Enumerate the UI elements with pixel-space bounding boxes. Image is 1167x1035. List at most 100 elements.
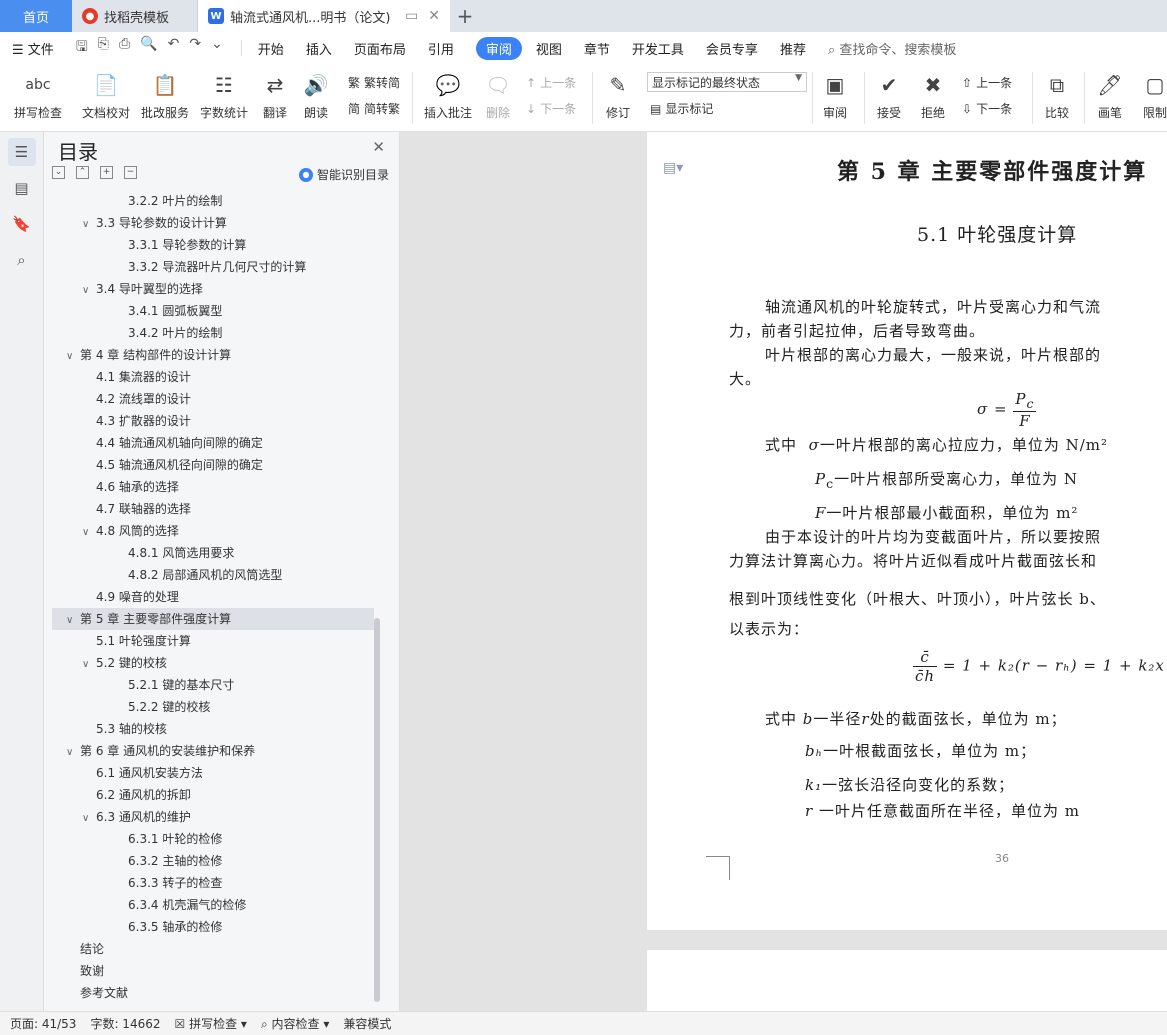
menu-layout[interactable]: 页面布局 — [354, 39, 406, 58]
toc-item[interactable]: 6.3.1 叶轮的检修 — [52, 828, 374, 850]
compare-button[interactable]: ⧉ 比较 — [1040, 70, 1074, 121]
close-icon[interactable]: ✕ — [372, 138, 385, 156]
trad-to-simp-button[interactable]: 繁繁转简 — [348, 74, 400, 91]
remove-icon[interactable]: − — [124, 166, 137, 179]
page-menu-icon[interactable]: ▤▾ — [663, 160, 683, 176]
toc-item[interactable]: 3.2.2 叶片的绘制 — [52, 190, 374, 212]
proofread-button[interactable]: 📄 文档校对 — [80, 70, 132, 121]
toc-item[interactable]: ∨ 4.8 风筒的选择 — [52, 520, 374, 542]
menu-chapter[interactable]: 章节 — [584, 39, 610, 58]
print-icon[interactable]: ⎙ — [119, 36, 130, 60]
undo-icon[interactable]: ↶ — [168, 36, 180, 60]
toc-item[interactable]: ∨ 第 6 章 通风机的安装维护和保养 — [52, 740, 374, 762]
simp-to-trad-button[interactable]: 简简转繁 — [348, 100, 400, 117]
word-count-button[interactable]: ☷ 字数统计 — [199, 70, 249, 121]
prev-comment-button[interactable]: ↑ 上一条 — [526, 74, 576, 91]
toc-item[interactable]: ∨ 5.2 键的校核 — [52, 652, 374, 674]
toc-item[interactable]: 4.9 噪音的处理 — [52, 586, 374, 608]
toc-icon[interactable]: ☰ — [7, 138, 36, 166]
read-aloud-button[interactable]: 🔊 朗读 — [300, 70, 332, 121]
toc-item[interactable]: 5.3 轴的校核 — [52, 718, 374, 740]
toc-item[interactable]: 4.2 流线罩的设计 — [52, 388, 374, 410]
toc-item[interactable]: ∨ 3.3 导轮参数的设计计算 — [52, 212, 374, 234]
chevron-down-icon[interactable]: ∨ — [66, 610, 80, 632]
menu-reference[interactable]: 引用 — [428, 39, 454, 58]
toc-item[interactable]: 参考文献 — [52, 982, 374, 1004]
restrict-button[interactable]: ▢ 限制 — [1140, 70, 1167, 121]
toc-item[interactable]: 4.5 轴流通风机径向间隙的确定 — [52, 454, 374, 476]
insert-comment-button[interactable]: 💬 插入批注 — [422, 70, 474, 121]
translate-button[interactable]: ⇄ 翻译 — [257, 70, 293, 121]
more-icon[interactable]: ⌄ — [211, 36, 223, 60]
spell-check-button[interactable]: abc 拼写检查 — [10, 70, 66, 121]
content-check-status[interactable]: ⌕ 内容检查 ▾ — [261, 1015, 329, 1032]
toc-item[interactable]: 5.2.1 键的基本尺寸 — [52, 674, 374, 696]
command-search[interactable]: ⌕ 查找命令、搜索模板 — [828, 39, 956, 58]
menu-start[interactable]: 开始 — [258, 39, 284, 58]
prev-change-button[interactable]: ⇧ 上一条 — [962, 74, 1012, 91]
tab-template[interactable]: ● 找稻壳模板 — [72, 0, 198, 32]
redo-icon[interactable]: ↷ — [189, 36, 201, 60]
toc-item[interactable]: 6.3.3 转子的检查 — [52, 872, 374, 894]
tab-document[interactable]: W 轴流式通风机...明书（论文) ▭ ✕ — [198, 0, 450, 32]
search-icon[interactable]: ⌕ — [8, 246, 36, 274]
collapse-all-icon[interactable]: ⌃ — [76, 166, 89, 179]
toc-item[interactable]: ∨ 第 4 章 结构部件的设计计算 — [52, 344, 374, 366]
markup-state-select[interactable]: 显示标记的最终状态 ▼ — [647, 72, 807, 92]
export-icon[interactable]: ⎘ — [98, 36, 109, 60]
tab-float-icon[interactable]: ▭ — [405, 8, 418, 24]
toc-item[interactable]: ∨ 6.3 通风机的维护 — [52, 806, 374, 828]
toc-item[interactable]: 4.3 扩散器的设计 — [52, 410, 374, 432]
file-menu[interactable]: ☰ 文件 — [12, 39, 54, 58]
chevron-down-icon[interactable]: ∨ — [82, 654, 96, 676]
expand-all-icon[interactable]: ⌄ — [52, 166, 65, 179]
save-icon[interactable]: 🖫 — [76, 36, 88, 60]
toc-item[interactable]: 6.2 通风机的拆卸 — [52, 784, 374, 806]
chevron-down-icon[interactable]: ∨ — [82, 214, 96, 236]
chevron-down-icon[interactable]: ∨ — [66, 346, 80, 368]
add-icon[interactable]: + — [100, 166, 113, 179]
chevron-down-icon[interactable]: ∨ — [66, 742, 80, 764]
toc-item[interactable]: 4.7 联轴器的选择 — [52, 498, 374, 520]
toc-item[interactable]: 3.3.1 导轮参数的计算 — [52, 234, 374, 256]
pen-button[interactable]: 🖊 画笔 — [1094, 70, 1126, 121]
menu-insert[interactable]: 插入 — [306, 39, 332, 58]
toc-item[interactable]: 4.8.2 局部通风机的风筒选型 — [52, 564, 374, 586]
bookmark-icon[interactable]: 🔖 — [8, 210, 36, 238]
toc-item[interactable]: 5.1 叶轮强度计算 — [52, 630, 374, 652]
toc-item[interactable]: 4.1 集流器的设计 — [52, 366, 374, 388]
toc-item[interactable]: 6.3.4 机壳漏气的检修 — [52, 894, 374, 916]
chevron-down-icon[interactable]: ∨ — [82, 522, 96, 544]
toc-item[interactable]: 6.3.2 主轴的检修 — [52, 850, 374, 872]
track-changes-button[interactable]: ✎ 修订 — [600, 70, 636, 121]
toc-item[interactable]: 结论 — [52, 938, 374, 960]
preview-icon[interactable]: 🔍 — [140, 36, 157, 60]
show-markup-button[interactable]: ▤ 显示标记 — [650, 100, 713, 117]
toc-item[interactable]: 3.4.2 叶片的绘制 — [52, 322, 374, 344]
close-icon[interactable]: ✕ — [428, 8, 440, 24]
toc-item[interactable]: 致谢 — [52, 960, 374, 982]
toc-item[interactable]: 4.6 轴承的选择 — [52, 476, 374, 498]
toc-item[interactable]: 6.3.5 轴承的检修 — [52, 916, 374, 938]
accept-button[interactable]: ✔ 接受 — [872, 70, 906, 121]
next-comment-button[interactable]: ↓ 下一条 — [526, 100, 576, 117]
smart-toc-button[interactable]: ● 智能识别目录 — [298, 166, 389, 183]
toc-item[interactable]: 4.8.1 风筒选用要求 — [52, 542, 374, 564]
chevron-down-icon[interactable]: ∨ — [82, 280, 96, 302]
page-indicator[interactable]: 页面: 41/53 — [10, 1015, 76, 1032]
toc-item[interactable]: 3.3.2 导流器叶片几何尺寸的计算 — [52, 256, 374, 278]
menu-review[interactable]: 审阅 — [475, 36, 522, 60]
menu-developer[interactable]: 开发工具 — [632, 39, 684, 58]
word-count-indicator[interactable]: 字数: 14662 — [90, 1015, 160, 1032]
toc-item[interactable]: 6.1 通风机安装方法 — [52, 762, 374, 784]
spell-check-status[interactable]: ☒ 拼写检查 ▾ — [175, 1015, 247, 1032]
new-tab-button[interactable]: + — [450, 0, 480, 32]
toc-item[interactable]: 4.4 轴流通风机轴向间隙的确定 — [52, 432, 374, 454]
chevron-down-icon[interactable]: ∨ — [82, 808, 96, 830]
tab-home[interactable]: 首页 — [0, 0, 72, 32]
toc-item[interactable]: ∨ 3.4 导叶翼型的选择 — [52, 278, 374, 300]
toc-item[interactable]: 5.2.2 键的校核 — [52, 696, 374, 718]
reject-button[interactable]: ✖ 拒绝 — [916, 70, 950, 121]
menu-recommend[interactable]: 推荐 — [780, 39, 806, 58]
menu-view[interactable]: 视图 — [536, 39, 562, 58]
